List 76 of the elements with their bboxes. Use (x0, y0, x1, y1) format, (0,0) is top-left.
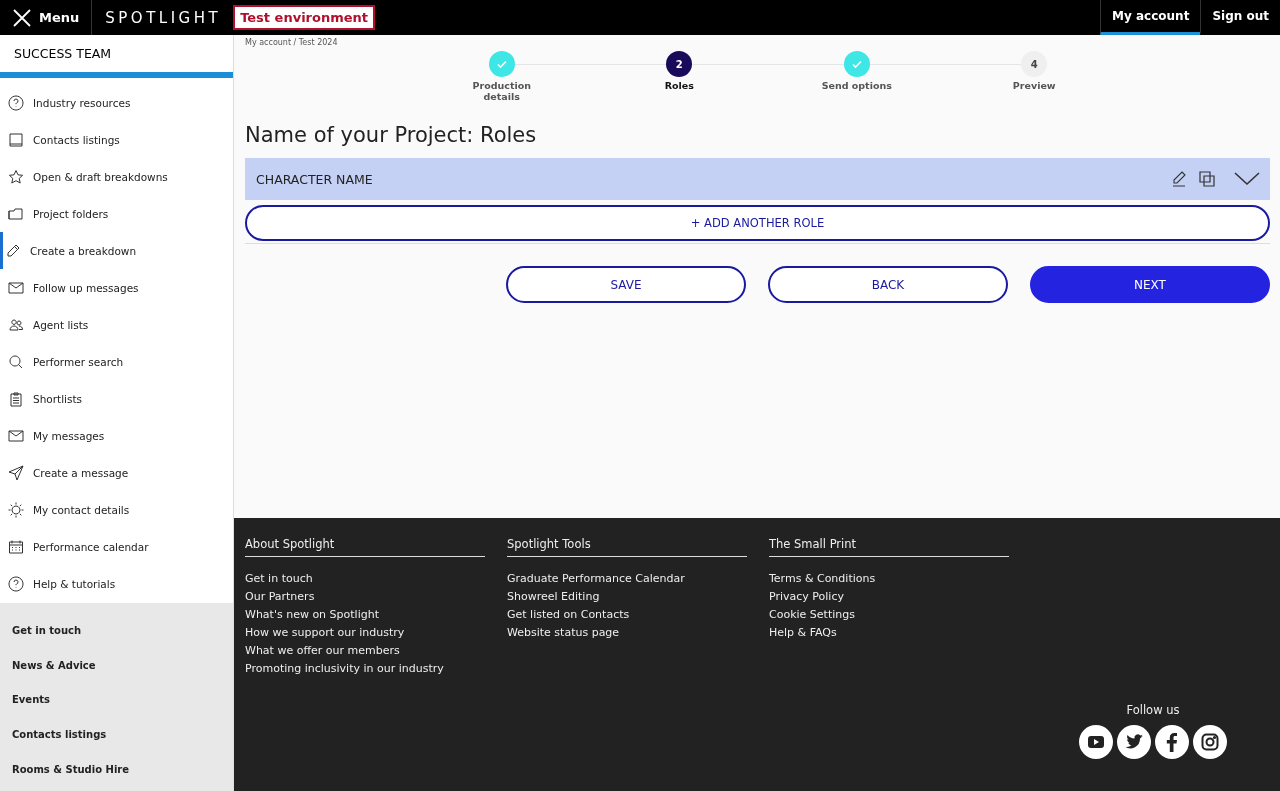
duplicate-icon[interactable] (1198, 170, 1216, 188)
role-name: CHARACTER NAME (256, 171, 374, 187)
action-button[interactable]: NEXT (1030, 266, 1270, 303)
sidebar-item[interactable]: Follow up messages (0, 269, 233, 306)
sidebar-link[interactable]: Events (0, 682, 233, 718)
breadcrumb: My account / Test 2024 (245, 37, 339, 47)
close-icon (13, 8, 31, 27)
footer-link[interactable]: Get in touch (245, 570, 485, 588)
footer-link[interactable]: Terms & Conditions (769, 570, 1009, 588)
footer-link[interactable]: How we support our industry (245, 624, 485, 642)
sidebar-link[interactable]: Get in touch (0, 613, 233, 648)
gear-icon (8, 501, 24, 518)
sidebar-item[interactable]: Create a message (0, 454, 233, 491)
step-label: Roles (663, 80, 695, 91)
footer-heading: About Spotlight (245, 537, 485, 557)
add-role-button[interactable]: + ADD ANOTHER ROLE (245, 205, 1270, 241)
step-label: Preview (1011, 80, 1057, 91)
question-icon (8, 575, 24, 592)
sidebar-item[interactable]: Project folders (0, 195, 233, 232)
youtube-icon[interactable] (1079, 725, 1113, 759)
footer-link[interactable]: Showreel Editing (507, 588, 747, 606)
step-indicator: 2 (666, 51, 693, 77)
step-label: Production details (471, 80, 532, 102)
sidebar-item[interactable]: Performer search (0, 343, 233, 380)
envelope-icon (8, 279, 24, 296)
action-button[interactable]: BACK (768, 266, 1008, 303)
sidebar-item[interactable]: My messages (0, 417, 233, 454)
people-icon (8, 316, 24, 333)
instagram-icon[interactable] (1193, 725, 1227, 759)
book-icon (8, 131, 24, 148)
step-indicator (843, 51, 870, 77)
footer-link[interactable]: Privacy Policy (769, 588, 1009, 606)
sidebar-item[interactable]: Agent lists (0, 306, 233, 343)
question-icon (8, 94, 24, 111)
sidebar-item[interactable]: Performance calendar (0, 528, 233, 565)
edit-icon[interactable] (1170, 170, 1188, 188)
sidebar-item[interactable]: Contacts listings (0, 121, 233, 158)
footer-heading: Spotlight Tools (507, 537, 747, 557)
facebook-icon[interactable] (1155, 725, 1189, 759)
sidebar-item[interactable]: Shortlists (0, 380, 233, 417)
calendar-icon (8, 538, 24, 555)
sidebar-item[interactable]: My contact details (0, 491, 233, 528)
action-button[interactable]: SAVE (506, 266, 746, 303)
folder-icon (8, 205, 24, 222)
logo[interactable]: SPOTLIGHT (105, 8, 222, 27)
footer-link[interactable]: Our Partners (245, 588, 485, 606)
footer-link[interactable]: What's new on Spotlight (245, 606, 485, 624)
step-indicator: 4 (1021, 51, 1048, 77)
sidebar-link[interactable]: Rooms & Studio Hire (0, 751, 233, 787)
search-icon (8, 353, 24, 370)
chevron-down-icon[interactable] (1234, 170, 1260, 188)
step-indicator (488, 51, 515, 77)
footer-link[interactable]: Graduate Performance Calendar (507, 570, 747, 588)
footer-link[interactable]: Promoting inclusivity in our industry (245, 660, 485, 678)
menu-label: Menu (39, 10, 80, 25)
sidebar-link[interactable]: News & Advice (0, 647, 233, 683)
sidebar-item[interactable]: Help & tutorials (0, 565, 233, 602)
sidebar-item[interactable]: Industry resources (0, 84, 233, 121)
sidebar-item[interactable]: Open & draft breakdowns (0, 158, 233, 195)
follow-label: Follow us (1126, 703, 1180, 717)
footer-link[interactable]: Help & FAQs (769, 624, 1009, 642)
footer-link[interactable]: Get listed on Contacts (507, 606, 747, 624)
sidebar-link[interactable]: Contacts listings (0, 717, 233, 752)
footer-link[interactable]: Website status page (507, 624, 747, 642)
footer-link[interactable]: Cookie Settings (769, 606, 1009, 624)
clipboard-icon (8, 390, 24, 407)
footer-link[interactable]: What we offer our members (245, 642, 485, 660)
footer-heading: The Small Print (769, 537, 1009, 557)
page-title: Name of your Project: Roles (245, 123, 538, 147)
paper-plane-icon (8, 464, 24, 481)
pencil-icon (5, 242, 21, 259)
environment-badge: Test environment (233, 5, 376, 30)
star-icon (8, 168, 24, 185)
step-label: Send options (820, 80, 893, 91)
twitter-icon[interactable] (1117, 725, 1151, 759)
envelope-icon (8, 427, 24, 444)
